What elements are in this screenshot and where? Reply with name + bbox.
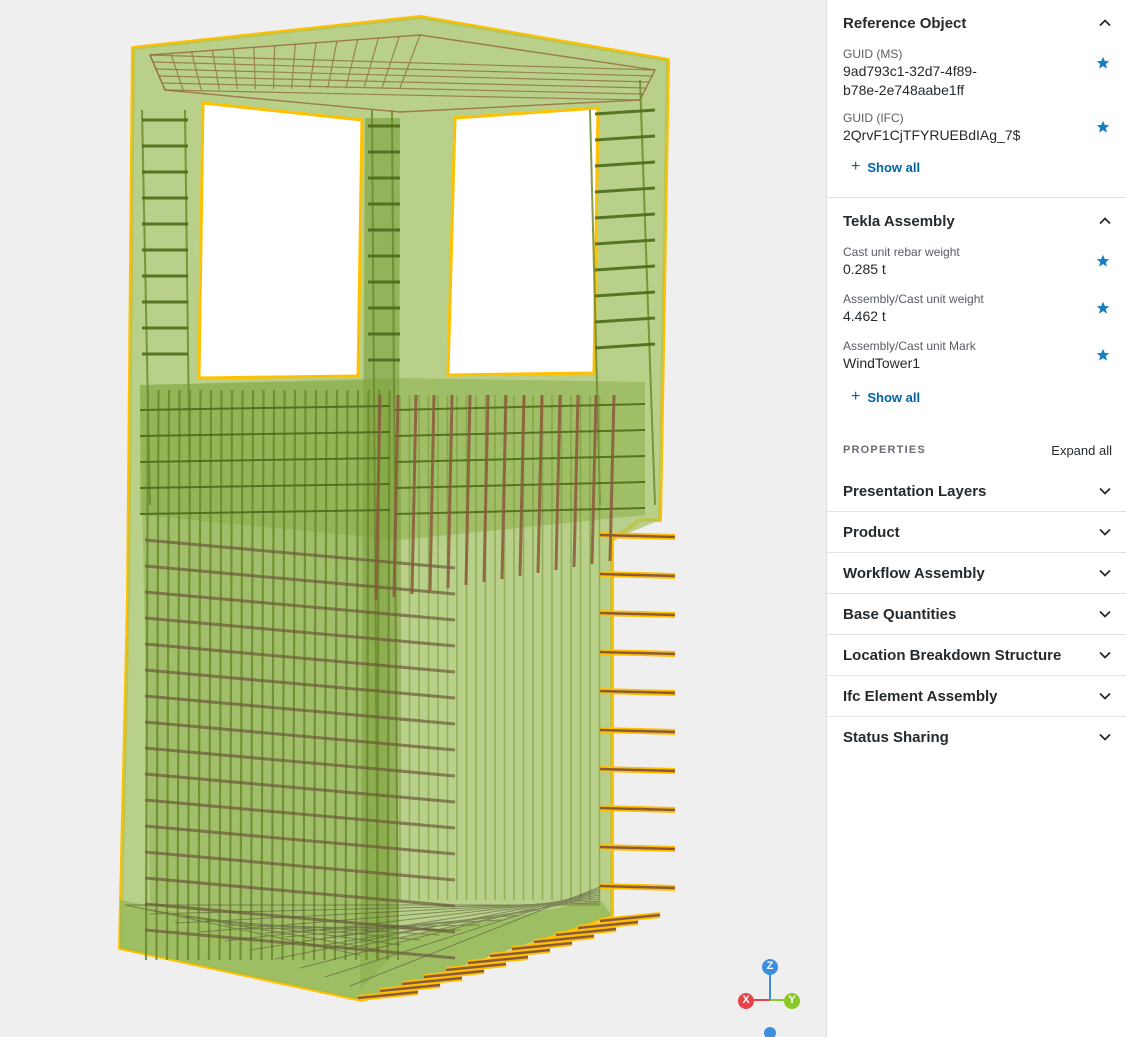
star-icon[interactable]: [1096, 56, 1110, 70]
chevron-down-icon: [1099, 528, 1111, 536]
chevron-down-icon: [1099, 733, 1111, 741]
chevron-up-icon[interactable]: [1098, 214, 1112, 228]
tekla-assembly-fields: Cast unit rebar weight 0.285 t Assembly/…: [827, 244, 1126, 411]
group-label: Presentation Layers: [843, 482, 987, 500]
field-value: 2QrvF1CjTFYRUEBdIAg_7$: [843, 127, 1021, 143]
plus-icon: +: [851, 388, 861, 405]
model-viewport[interactable]: Z X Y: [0, 0, 826, 1037]
field-cast-unit-mark: Assembly/Cast unit Mark WindTower1: [827, 338, 1126, 373]
x-axis-label: X: [742, 994, 750, 1006]
chevron-up-icon[interactable]: [1098, 16, 1112, 30]
chevron-down-icon: [1099, 692, 1111, 700]
field-label: Cast unit rebar weight: [843, 245, 960, 259]
chevron-down-icon: [1099, 569, 1111, 577]
group-label: Workflow Assembly: [843, 564, 985, 582]
reference-object-fields: GUID (MS) 9ad793c1-32d7-4f89- b78e-2e748a…: [827, 46, 1126, 181]
group-presentation-layers[interactable]: Presentation Layers: [827, 471, 1126, 512]
field-value: 4.462 t: [843, 308, 886, 324]
group-label: Status Sharing: [843, 728, 949, 746]
group-ifc-element-assembly[interactable]: Ifc Element Assembly: [827, 676, 1126, 717]
group-status-sharing[interactable]: Status Sharing: [827, 717, 1126, 757]
group-location-breakdown-structure[interactable]: Location Breakdown Structure: [827, 635, 1126, 676]
properties-panel: Reference Object GUID (MS) 9ad793c1-32d7…: [826, 0, 1126, 1037]
field-value: WindTower1: [843, 355, 921, 371]
field-value: 0.285 t: [843, 261, 886, 277]
star-icon[interactable]: [1096, 120, 1110, 134]
field-label: Assembly/Cast unit weight: [843, 292, 984, 306]
tekla-assembly-title: Tekla Assembly: [843, 212, 955, 230]
tekla-assembly-show-all[interactable]: + Show all: [827, 383, 1126, 411]
field-guid-ms: GUID (MS) 9ad793c1-32d7-4f89- b78e-2e748a…: [827, 46, 1126, 100]
show-all-label: Show all: [867, 159, 921, 175]
rebar-cast-unit-model[interactable]: [0, 0, 826, 1037]
chevron-down-icon: [1099, 610, 1111, 618]
tekla-assembly-header[interactable]: Tekla Assembly: [827, 198, 1126, 244]
field-label: GUID (IFC): [843, 111, 904, 125]
group-label: Base Quantities: [843, 605, 957, 623]
field-guid-ifc: GUID (IFC) 2QrvF1CjTFYRUEBdIAg_7$: [827, 110, 1126, 145]
group-label: Location Breakdown Structure: [843, 646, 1062, 664]
property-groups: Presentation Layers Product Workflow Ass…: [827, 471, 1126, 757]
reference-object-title: Reference Object: [843, 14, 967, 32]
chevron-down-icon: [1099, 651, 1111, 659]
field-label: GUID (MS): [843, 47, 903, 61]
y-axis-label: Y: [788, 994, 796, 1006]
field-rebar-weight: Cast unit rebar weight 0.285 t: [827, 244, 1126, 279]
field-cast-unit-weight: Assembly/Cast unit weight 4.462 t: [827, 291, 1126, 326]
reference-object-header[interactable]: Reference Object: [827, 0, 1126, 46]
chevron-down-icon: [1099, 487, 1111, 495]
field-label: Assembly/Cast unit Mark: [843, 339, 976, 353]
properties-header: PROPERTIES Expand all: [827, 429, 1126, 471]
properties-heading: PROPERTIES: [843, 444, 926, 456]
expand-all-button[interactable]: Expand all: [1051, 443, 1112, 458]
field-value: 9ad793c1-32d7-4f89- b78e-2e748aabe1ff: [843, 63, 977, 98]
star-icon[interactable]: [1096, 254, 1110, 268]
axis-gizmo[interactable]: Z X Y: [730, 955, 810, 1037]
group-product[interactable]: Product: [827, 512, 1126, 553]
group-workflow-assembly[interactable]: Workflow Assembly: [827, 553, 1126, 594]
star-icon[interactable]: [1096, 301, 1110, 315]
view-center-dot: [764, 1027, 776, 1037]
star-icon[interactable]: [1096, 348, 1110, 362]
group-base-quantities[interactable]: Base Quantities: [827, 594, 1126, 635]
z-axis-label: Z: [766, 960, 774, 972]
plus-icon: +: [851, 158, 861, 175]
group-label: Ifc Element Assembly: [843, 687, 998, 705]
group-label: Product: [843, 523, 900, 541]
reference-object-show-all[interactable]: + Show all: [827, 153, 1126, 181]
show-all-label: Show all: [867, 389, 921, 405]
